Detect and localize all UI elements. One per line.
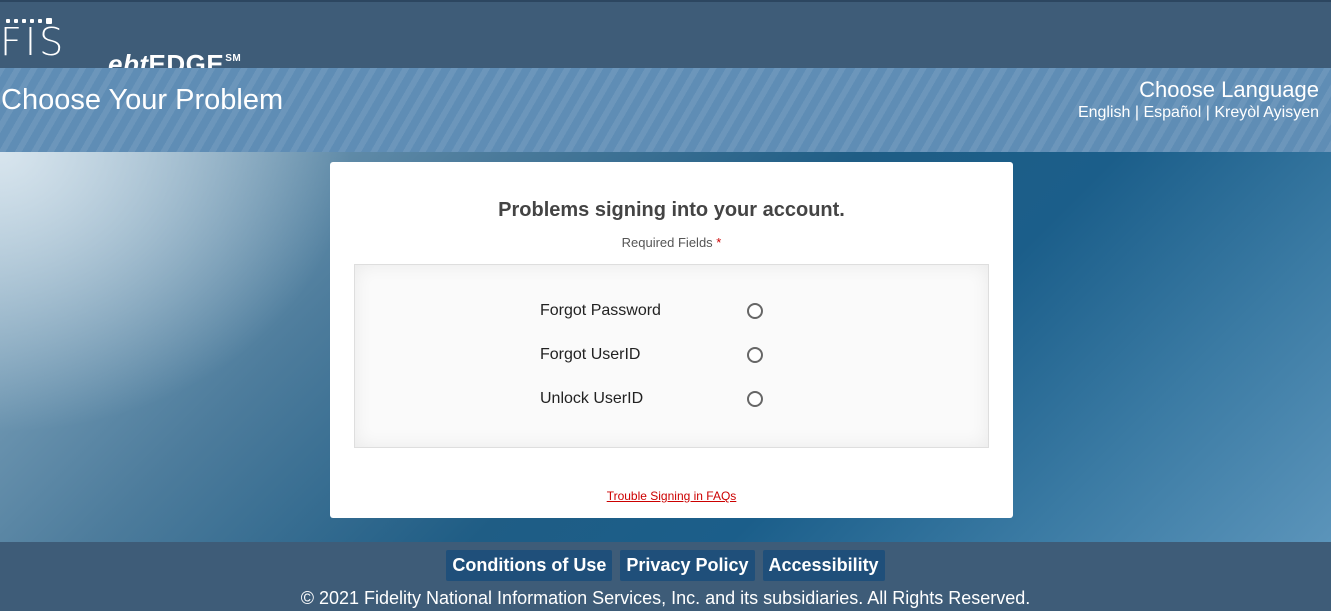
required-fields-label: Required Fields xyxy=(621,235,713,250)
card-title: Problems signing into your account. xyxy=(498,199,845,221)
language-link-kreyol[interactable]: Kreyòl Ayisyen xyxy=(1214,104,1319,121)
fis-ebtedge-logo: FIS ebtEDGESM xyxy=(0,14,241,79)
problem-options: Forgot Password Forgot UserID Unlock Use… xyxy=(354,264,989,448)
fis-logo-text: FIS xyxy=(0,20,67,64)
option-forgot-userid[interactable]: Forgot UserID xyxy=(540,343,780,367)
forgot-userid-radio[interactable] xyxy=(747,347,763,363)
top-header: FIS ebtEDGESM xyxy=(0,0,1331,79)
privacy-policy-link[interactable]: Privacy Policy xyxy=(620,550,755,581)
required-fields-note: Required Fields * xyxy=(330,235,1013,251)
language-title: Choose Language xyxy=(1139,77,1319,102)
unlock-userid-radio[interactable] xyxy=(747,391,763,407)
language-link-english[interactable]: English xyxy=(1078,104,1130,121)
language-separator: | xyxy=(1201,104,1215,121)
page-footer: Conditions of Use Privacy Policy Accessi… xyxy=(0,542,1331,611)
trouble-signing-faq-link[interactable]: Trouble Signing in FAQs xyxy=(607,489,737,503)
fis-logo: FIS xyxy=(0,16,100,62)
option-label: Unlock UserID xyxy=(540,390,644,407)
option-label: Forgot UserID xyxy=(540,346,641,363)
language-links: English | Español | Kreyòl Ayisyen xyxy=(1078,103,1319,123)
language-link-espanol[interactable]: Español xyxy=(1143,104,1201,121)
option-label: Forgot Password xyxy=(540,302,661,319)
required-star: * xyxy=(716,235,722,250)
accessibility-link[interactable]: Accessibility xyxy=(762,550,885,581)
problem-card: Problems signing into your account. Requ… xyxy=(330,162,1013,518)
page-title: Choose Your Problem xyxy=(1,84,284,116)
option-unlock-userid[interactable]: Unlock UserID xyxy=(540,387,780,411)
conditions-of-use-link[interactable]: Conditions of Use xyxy=(446,550,613,581)
copyright-text: © 2021 Fidelity National Information Ser… xyxy=(300,588,1031,608)
faq-link-container: Trouble Signing in FAQs xyxy=(330,489,1013,503)
forgot-password-radio[interactable] xyxy=(747,303,763,319)
language-separator: | xyxy=(1130,104,1144,121)
language-chooser: Choose Language English | Español | Krey… xyxy=(1078,77,1319,123)
title-banner: Choose Your Problem Choose Language Engl… xyxy=(0,68,1331,152)
option-forgot-password[interactable]: Forgot Password xyxy=(540,299,780,323)
footer-links: Conditions of Use Privacy Policy Accessi… xyxy=(0,550,1331,581)
